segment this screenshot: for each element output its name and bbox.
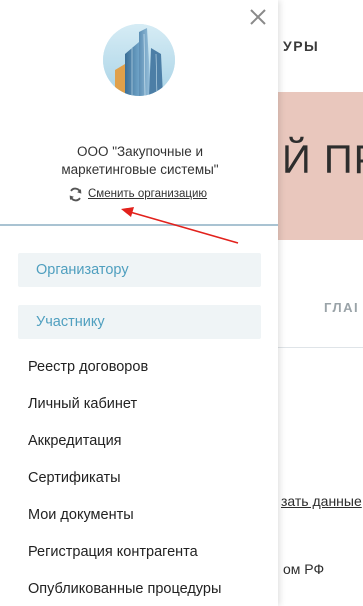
role-organizer-label: Организатору <box>36 262 129 278</box>
menu-item-published-procedures[interactable]: Опубликованные процедуры <box>28 570 268 606</box>
background-nav-text: УРЫ <box>283 38 320 54</box>
drawer-header: ООО "Закупочные и маркетинговые системы"… <box>0 0 278 226</box>
drawer-menu: Реестр договоров Личный кабинет Аккредит… <box>28 348 268 606</box>
role-participant-button[interactable]: Участнику <box>18 305 261 339</box>
menu-item-contract-registry[interactable]: Реестр договоров <box>28 348 268 385</box>
company-logo <box>103 24 175 96</box>
background-text: ом РФ <box>283 561 325 577</box>
change-organization-link[interactable]: Сменить организацию <box>68 185 207 203</box>
menu-item-certificates[interactable]: Сертификаты <box>28 459 268 496</box>
menu-item-my-documents[interactable]: Мои документы <box>28 496 268 533</box>
background-divider <box>278 347 363 348</box>
close-button[interactable] <box>248 7 268 27</box>
refresh-icon <box>69 187 82 201</box>
close-icon <box>250 9 266 25</box>
background-tab-text: ГЛАІ <box>324 300 360 315</box>
organization-name: ООО "Закупочные и маркетинговые системы" <box>61 144 219 177</box>
background-link: зать данные <box>281 493 362 509</box>
menu-item-personal-account[interactable]: Личный кабинет <box>28 385 268 422</box>
role-participant-label: Участнику <box>36 314 105 330</box>
side-drawer: ООО "Закупочные и маркетинговые системы"… <box>0 0 278 606</box>
change-organization-label: Сменить организацию <box>88 188 208 200</box>
background-banner-text: Й ПР <box>282 138 363 182</box>
menu-item-accreditation[interactable]: Аккредитация <box>28 422 268 459</box>
menu-item-counterparty-registration[interactable]: Регистрация контрагента <box>28 533 268 570</box>
role-organizer-button[interactable]: Организатору <box>18 253 261 287</box>
